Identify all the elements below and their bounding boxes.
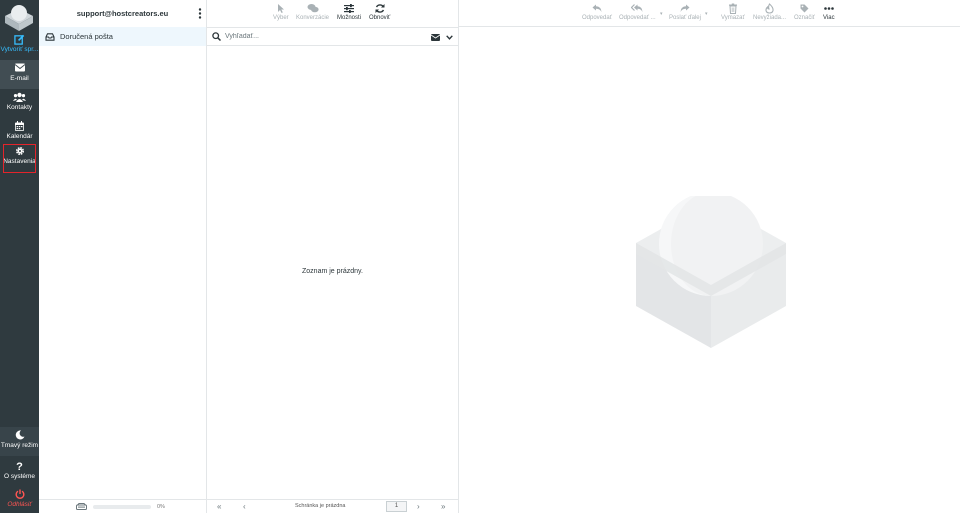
refresh-button[interactable]: Obnoviť (369, 3, 390, 21)
junk-label: Nevyžiada... (753, 15, 787, 21)
reply-all-icon (631, 4, 643, 12)
webmail-app: Vytvoriť spr... E-mail Kontakty Kalendár (0, 0, 960, 513)
list-footer: « ‹ Schránka je prázdna 1 › » (207, 499, 458, 513)
trash-icon (728, 3, 737, 14)
page-number-input[interactable]: 1 (386, 501, 407, 512)
chevron-down-icon[interactable] (446, 35, 453, 40)
compose-icon (0, 31, 39, 45)
account-menu-icon[interactable] (198, 8, 202, 19)
nav-item-mail[interactable]: E-mail (0, 60, 39, 89)
storage-icon (76, 503, 87, 510)
folder-panel: support@hostcreators.eu Doručená pošta 0… (39, 0, 207, 513)
reply-all-dropdown-icon[interactable]: ▾ (660, 11, 663, 17)
tag-icon (800, 4, 809, 13)
previous-page-icon[interactable]: ‹ (243, 502, 246, 511)
moon-icon (0, 427, 39, 441)
search-input[interactable] (225, 33, 415, 40)
nav-item-settings[interactable]: Nastavenia (2, 143, 37, 174)
logout-label: Odhlásiť (7, 501, 32, 508)
folder-item-label: Doručená pošta (60, 32, 113, 41)
nav-item-mail-label: E-mail (10, 75, 29, 82)
calendar-icon (0, 118, 39, 132)
options-button[interactable]: Možnosti (337, 3, 361, 21)
refresh-label: Obnoviť (369, 15, 391, 21)
delete-button[interactable]: Vymazať (721, 3, 745, 21)
more-button[interactable]: Viac (823, 3, 835, 21)
reply-icon (592, 4, 602, 12)
dark-mode-toggle[interactable]: Tmavý režim (0, 427, 39, 456)
reply-label: Odpovedať (582, 15, 612, 21)
folder-item-inbox[interactable]: Doručená pošta (39, 27, 206, 46)
sliders-icon (344, 4, 354, 13)
compose-button[interactable]: Vytvoriť spr... (0, 31, 39, 60)
quota-bar (93, 504, 151, 509)
compose-label: Vytvoriť spr... (0, 46, 39, 53)
inbox-icon (45, 32, 55, 41)
more-label: Viac (823, 15, 835, 21)
message-toolbar: Odpovedať Odpovedať ... ▾ Poslať ďalej ▾… (459, 0, 960, 27)
search-bar (207, 27, 458, 46)
users-icon (0, 89, 39, 103)
envelope-filter-icon[interactable] (431, 34, 440, 41)
forward-button[interactable]: Poslať ďalej (669, 3, 701, 21)
comments-icon (307, 4, 319, 13)
question-icon: ? (16, 461, 23, 473)
mark-label: Označiť (794, 15, 815, 21)
nav-item-contacts[interactable]: Kontakty (0, 89, 39, 118)
search-icon[interactable] (212, 32, 221, 41)
list-toolbar: Výber Konverzácie Možnosti Obnoviť (207, 0, 458, 27)
logout-button[interactable]: Odhlásiť (0, 486, 39, 513)
nav-item-contacts-label: Kontakty (6, 104, 33, 111)
mailbox-status: Schránka je prázdna (295, 503, 346, 509)
fire-icon (765, 3, 774, 14)
reply-all-label: Odpovedať ... (619, 15, 656, 21)
forward-icon (680, 4, 690, 12)
empty-list-message: Zoznam je prázdny. (302, 268, 363, 275)
message-content-panel: Odpovedať Odpovedať ... ▾ Poslať ďalej ▾… (459, 0, 960, 513)
threads-label: Konverzácie (296, 15, 330, 21)
gear-icon (2, 143, 37, 157)
options-label: Možnosti (337, 15, 362, 21)
threads-button[interactable]: Konverzácie (296, 3, 329, 21)
dark-mode-label: Tmavý režim (0, 442, 39, 449)
app-logo[interactable] (4, 3, 34, 31)
empty-preview-illustration (636, 196, 786, 348)
pointer-icon (277, 4, 284, 13)
junk-button[interactable]: Nevyžiada... (753, 3, 786, 21)
message-list-panel: Výber Konverzácie Možnosti Obnoviť Zozna… (207, 0, 459, 513)
quota-percent: 0% (157, 503, 165, 510)
account-email: support@hostcreators.eu (76, 9, 169, 18)
reply-button[interactable]: Odpovedať (582, 3, 612, 21)
quota-indicator: 0% (39, 499, 206, 513)
select-button[interactable]: Výber (273, 3, 289, 21)
select-label: Výber (273, 15, 289, 21)
forward-label: Poslať ďalej (669, 15, 701, 21)
next-page-icon[interactable]: › (417, 502, 420, 511)
about-button[interactable]: ? O systéme (0, 458, 39, 487)
refresh-icon (375, 4, 385, 13)
folder-panel-header: support@hostcreators.eu (39, 0, 206, 27)
ellipsis-icon (823, 7, 834, 10)
about-label: O systéme (3, 473, 36, 480)
first-page-icon[interactable]: « (217, 502, 221, 511)
main-navigation: Vytvoriť spr... E-mail Kontakty Kalendár (0, 0, 39, 513)
nav-item-calendar-label: Kalendár (6, 133, 33, 140)
delete-label: Vymazať (721, 15, 745, 21)
forward-dropdown-icon[interactable]: ▾ (705, 11, 708, 17)
mark-button[interactable]: Označiť (794, 3, 815, 21)
reply-all-button[interactable]: Odpovedať ... (619, 3, 656, 21)
last-page-icon[interactable]: » (441, 502, 445, 511)
nav-item-settings-label: Nastavenia (3, 158, 36, 165)
power-icon (0, 486, 39, 500)
envelope-icon (0, 60, 39, 74)
